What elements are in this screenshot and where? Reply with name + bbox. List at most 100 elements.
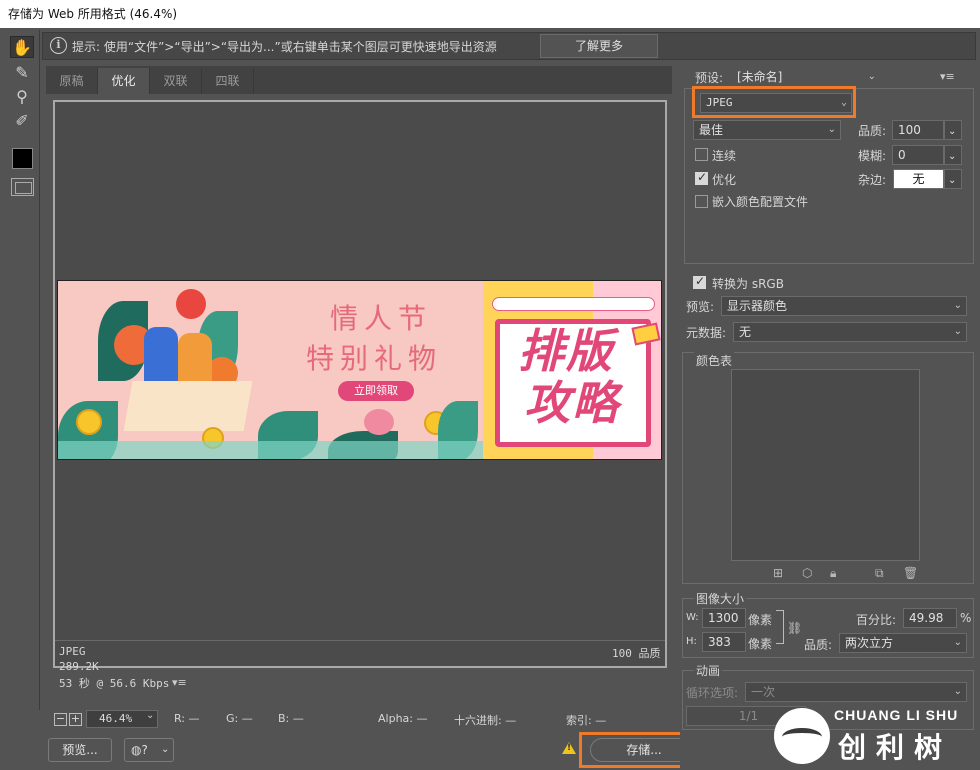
convert-srgb-label: 转换为 sRGB	[712, 277, 784, 291]
tab-optimized[interactable]: 优化	[98, 68, 150, 94]
chevron-down-icon: ⌄	[948, 175, 957, 186]
hand-tool-icon[interactable]: ✋	[10, 36, 34, 58]
optimized-label: 优化	[712, 173, 737, 187]
percent-field[interactable]: 49.98	[903, 608, 957, 628]
banner-poster-line1: 排版	[518, 324, 614, 378]
width-field[interactable]: 1300	[702, 608, 746, 628]
resample-quality-select[interactable]: 两次立方 ⌄	[839, 633, 967, 653]
readout-r: R: —	[174, 712, 200, 725]
download-speed-menu-icon[interactable]: ▾≡	[172, 676, 187, 689]
learn-more-button[interactable]: 了解更多	[540, 34, 658, 58]
slice-select-tool-icon[interactable]: ✎	[10, 62, 34, 84]
web-shift-icon[interactable]: ⬡	[802, 566, 812, 580]
banner-cta: 立即领取	[338, 381, 414, 401]
quality-dropdown[interactable]: ⌄	[944, 120, 962, 140]
loop-label: 循环选项:	[686, 686, 739, 700]
optimization-info	[55, 640, 665, 666]
progressive-checkbox[interactable]	[695, 148, 708, 161]
loop-select[interactable]: 一次 ⌄	[745, 682, 967, 702]
tab-2up[interactable]: 双联	[150, 68, 202, 94]
percent-label: 百分比:	[856, 613, 897, 627]
eyedropper-tool-icon[interactable]: ✐	[10, 110, 34, 132]
matte-field[interactable]: 无	[893, 169, 944, 189]
preset-select[interactable]: [未命名] ⌄	[731, 67, 881, 87]
info-format: JPEG	[59, 645, 86, 658]
loop-value: 一次	[751, 685, 776, 699]
convert-srgb-checkbox[interactable]	[693, 274, 706, 289]
height-label: H:	[686, 636, 697, 647]
resample-quality-value: 两次立方	[845, 636, 894, 650]
readout-b: B: —	[278, 712, 304, 725]
chevron-down-icon: ⌄	[867, 71, 876, 82]
matte-label: 杂边:	[858, 173, 887, 187]
readout-g: G: —	[226, 712, 253, 725]
lock-icon[interactable]: 🔒︎	[830, 566, 836, 581]
chevron-down-icon: ⌄	[953, 686, 962, 697]
height-unit: 像素	[748, 637, 773, 651]
chevron-down-icon: ⌄	[161, 744, 170, 755]
metadata-value: 无	[739, 325, 752, 339]
metadata-select[interactable]: 无 ⌄	[733, 322, 967, 342]
browser-preview-button[interactable]: ◍? ⌄	[124, 738, 174, 762]
zoom-in-button[interactable]: +	[69, 713, 82, 726]
quality-field[interactable]: 100	[892, 120, 944, 140]
preview-select[interactable]: 显示器颜色 ⌄	[721, 296, 967, 316]
zoom-tool-icon[interactable]: ⚲	[10, 86, 34, 108]
window-title: 存储为 Web 所用格式 (46.4%)	[0, 0, 980, 28]
info-size: 289.2K	[59, 660, 99, 673]
chevron-down-icon: ⌄	[948, 126, 957, 137]
tab-original[interactable]: 原稿	[46, 68, 98, 94]
width-unit: 像素	[748, 613, 773, 627]
image-size-title: 图像大小	[694, 590, 747, 607]
info-download-time: 53 秒 @ 56.6 Kbps	[59, 677, 170, 690]
info-icon: i	[50, 37, 67, 54]
preview-button[interactable]: 预览...	[48, 738, 112, 762]
quality-preset-select[interactable]: 最佳 ⌄	[693, 120, 841, 140]
chain-link-icon[interactable]: ⛓	[787, 621, 802, 635]
progressive-label: 连续	[712, 149, 737, 163]
preview-value: 显示器颜色	[727, 299, 788, 313]
new-color-icon[interactable]: ⧉	[875, 566, 884, 581]
readout-alpha: Alpha: —	[378, 712, 428, 725]
link-bracket	[776, 610, 784, 644]
chevron-down-icon: ⌄	[953, 637, 962, 648]
banner-poster-line2: 攻略	[524, 376, 620, 430]
matte-dropdown[interactable]: ⌄	[944, 169, 962, 189]
resample-quality-label: 品质:	[804, 638, 833, 652]
animation-title: 动画	[694, 662, 723, 679]
readout-index: 索引: —	[566, 714, 607, 727]
blur-dropdown[interactable]: ⌄	[944, 145, 962, 165]
eyedropper-color-swatch[interactable]	[12, 148, 33, 169]
blur-field[interactable]: 0	[892, 145, 944, 165]
warning-icon-mark: !	[567, 743, 572, 753]
height-field[interactable]: 383	[702, 632, 746, 652]
chevron-down-icon[interactable]: ⌄	[146, 710, 154, 721]
banner-image: 情人节 特别礼物 立即领取 排版 攻略	[57, 280, 662, 460]
tab-4up[interactable]: 四联	[202, 68, 254, 94]
color-table-title: 颜色表	[694, 352, 735, 369]
banner-browser-bar	[492, 297, 655, 311]
color-table-grid[interactable]	[731, 369, 920, 561]
tip-text: 提示: 使用“文件”>“导出”>“导出为...”或右键单击某个图层可更快速地导出…	[72, 40, 497, 54]
percent-unit: %	[960, 611, 972, 625]
watermark-text-cn: 创利树	[838, 731, 953, 764]
preset-value: [未命名]	[737, 70, 783, 84]
chevron-down-icon: ⌄	[948, 151, 957, 162]
optimized-checkbox[interactable]	[695, 170, 708, 185]
watermark-wave-icon	[782, 728, 822, 746]
chevron-down-icon: ⌄	[953, 300, 962, 311]
map-to-web-icon[interactable]: ⊞	[773, 566, 783, 580]
quality-label: 品质:	[858, 124, 887, 138]
tool-panel	[0, 30, 40, 710]
toggle-slices-icon[interactable]	[11, 178, 34, 196]
panel-menu-icon[interactable]: ▾≡	[940, 70, 955, 83]
trash-icon[interactable]: 🗑︎	[903, 566, 918, 580]
format-highlight	[692, 86, 856, 118]
embed-profile-checkbox[interactable]	[695, 195, 708, 208]
banner-title-line2: 特别礼物	[306, 342, 443, 375]
quality-preset-value: 最佳	[699, 123, 724, 137]
browser-icon: ◍?	[131, 743, 148, 757]
metadata-label: 元数据:	[686, 326, 727, 340]
preview-label: 预览:	[686, 300, 715, 314]
zoom-out-button[interactable]: −	[54, 713, 67, 726]
